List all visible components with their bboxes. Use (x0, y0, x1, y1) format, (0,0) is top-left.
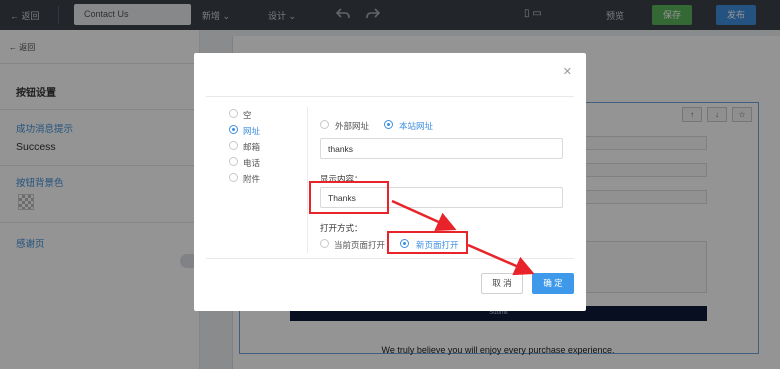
link-type-radio-email[interactable] (229, 141, 238, 150)
url-input[interactable]: thanks (320, 138, 563, 159)
url-type-radio-external[interactable] (320, 120, 329, 129)
link-type-label: 空 (243, 110, 252, 120)
close-icon[interactable]: ✕ (563, 65, 572, 78)
dialog-header-divider (206, 96, 574, 97)
link-type-label: 电话 (243, 158, 261, 168)
link-type-radio-empty[interactable] (229, 109, 238, 118)
dialog-footer-divider (206, 258, 574, 259)
confirm-button[interactable]: 确 定 (532, 273, 574, 294)
open-mode-label: 打开方式： (320, 223, 363, 233)
link-settings-dialog: ✕ 空 网址 邮箱 电话 附件 外部网址 本站网址 thanks 显示内容： T… (194, 53, 586, 311)
url-type-radio-internal[interactable] (384, 120, 393, 129)
link-type-label: 网址 (243, 126, 261, 136)
url-type-label: 本站网址 (399, 121, 434, 131)
open-mode-label-current: 当前页面打开 (334, 240, 386, 250)
link-type-label: 邮箱 (243, 142, 261, 152)
dialog-column-divider (307, 107, 308, 253)
open-mode-radio-current[interactable] (320, 239, 329, 248)
cancel-button[interactable]: 取 消 (481, 273, 523, 294)
link-type-radio-url[interactable] (229, 125, 238, 134)
link-type-radio-phone[interactable] (229, 157, 238, 166)
link-type-radio-attachment[interactable] (229, 173, 238, 182)
link-type-label: 附件 (243, 174, 261, 184)
url-type-label: 外部网址 (335, 121, 370, 131)
display-content-highlight (309, 181, 389, 214)
open-mode-highlight (387, 231, 468, 254)
